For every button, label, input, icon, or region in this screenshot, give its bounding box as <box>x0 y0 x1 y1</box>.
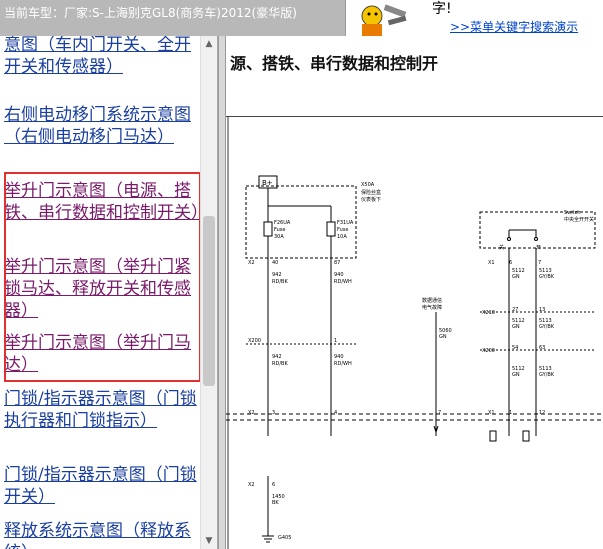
svg-text:942: 942 <box>272 354 282 360</box>
svg-text:30A: 30A <box>274 234 284 240</box>
svg-text:1: 1 <box>334 338 337 344</box>
svg-text:数据通信: 数据通信 <box>422 297 442 304</box>
sidebar-scrollbar[interactable]: ▲ ▼ <box>200 36 217 549</box>
svg-text:仪表板下: 仪表板下 <box>361 196 381 203</box>
svg-text:GN: GN <box>512 372 520 378</box>
sidebar-item-door-lock-actuator[interactable]: 门锁/指示器示意图（门锁执行器和门锁指示） <box>4 388 200 432</box>
svg-text:40: 40 <box>272 260 278 266</box>
diagram-pane: 源、搭铁、串行数据和控制开 B+ X50A 保险丝盒 仪表板下 F26UA Fu… <box>226 36 603 549</box>
sidebar-item-door-lock-switch[interactable]: 门锁/指示器示意图（门锁开关） <box>4 464 200 508</box>
menu-search-demo-link[interactable]: >>菜单关键字搜索演示 <box>450 18 578 35</box>
wiring-diagram: B+ X50A 保险丝盒 仪表板下 F26UA Fuse 30A F31UA F… <box>226 116 603 549</box>
current-vehicle-label: 当前车型：厂家:S-上海别克GL8(商务车)2012(豪华版) <box>4 6 297 20</box>
ground-icon <box>262 535 274 543</box>
svg-text:6: 6 <box>272 482 275 488</box>
svg-text:27: 27 <box>512 307 518 313</box>
svg-text:RD/WH: RD/WH <box>334 279 352 285</box>
svg-text:87: 87 <box>334 260 340 266</box>
svg-text:GY/BK: GY/BK <box>539 274 555 280</box>
svg-text:940: 940 <box>334 272 344 278</box>
svg-text:GY/BK: GY/BK <box>539 372 555 378</box>
svg-text:X1: X1 <box>488 410 495 416</box>
svg-text:X2: X2 <box>248 482 255 488</box>
top-bar: 当前车型：厂家:S-上海别克GL8(商务车)2012(豪华版) 字! >>菜单关… <box>0 0 603 36</box>
svg-text:X210: X210 <box>482 310 495 316</box>
ad-text: 字! <box>432 1 452 17</box>
svg-text:RD/WH: RD/WH <box>334 361 352 367</box>
svg-text:开: 开 <box>536 245 541 251</box>
scroll-up-icon[interactable]: ▲ <box>203 38 215 50</box>
svg-text:X2: X2 <box>248 410 255 416</box>
svg-text:10A: 10A <box>337 234 347 240</box>
svg-text:63: 63 <box>539 345 545 351</box>
svg-text:X2: X2 <box>248 260 255 266</box>
sidebar-item-release-system[interactable]: 释放系统示意图（释放系统） <box>4 520 200 549</box>
svg-text:940: 940 <box>334 354 344 360</box>
svg-text:1: 1 <box>509 410 512 416</box>
svg-text:X200: X200 <box>248 338 261 344</box>
svg-text:保险丝盒: 保险丝盒 <box>361 189 381 196</box>
svg-text:BK: BK <box>272 500 279 506</box>
scroll-thumb[interactable] <box>203 216 215 386</box>
svg-text:54: 54 <box>512 345 518 351</box>
svg-text:942: 942 <box>272 272 282 278</box>
svg-text:GY/BK: GY/BK <box>539 324 555 330</box>
svg-text:GN: GN <box>512 274 520 280</box>
svg-text:F26UA: F26UA <box>274 220 291 226</box>
svg-text:7: 7 <box>438 410 441 416</box>
svg-text:3: 3 <box>272 410 275 416</box>
svg-text:中央全开开关: 中央全开开关 <box>564 216 594 223</box>
svg-text:X1: X1 <box>488 260 495 266</box>
sidebar: 意图（车内门开关、全开开关和传感器） 右侧电动移门系统示意图（右侧电动移门马达）… <box>0 36 218 549</box>
svg-text:F31UA: F31UA <box>337 220 354 226</box>
mascot-icon <box>361 4 407 36</box>
pane-splitter[interactable] <box>218 36 226 549</box>
svg-text:Switch: Switch <box>564 210 581 216</box>
svg-text:G405: G405 <box>278 535 291 541</box>
svg-text:RD/BK: RD/BK <box>272 279 288 285</box>
svg-text:Fuse: Fuse <box>274 227 285 233</box>
ad-banner[interactable]: 字! >>菜单关键字搜索演示 <box>345 0 603 36</box>
svg-text:13: 13 <box>539 307 545 313</box>
svg-text:Fuse: Fuse <box>337 227 348 233</box>
scroll-down-icon[interactable]: ▼ <box>203 535 215 547</box>
svg-text:7: 7 <box>538 260 541 266</box>
svg-text:4: 4 <box>334 410 337 416</box>
x50a-label: X50A <box>361 182 375 188</box>
sidebar-item-door-switches[interactable]: 意图（车内门开关、全开开关和传感器） <box>4 36 200 78</box>
selection-highlight <box>4 172 201 382</box>
sidebar-item-right-sliding-door-motor[interactable]: 右侧电动移门系统示意图（右侧电动移门马达） <box>4 104 200 148</box>
svg-text:X200: X200 <box>482 348 495 354</box>
svg-text:GN: GN <box>439 334 447 340</box>
svg-text:关: 关 <box>499 244 504 251</box>
svg-text:12: 12 <box>539 410 545 416</box>
svg-text:GN: GN <box>512 324 520 330</box>
svg-text:RD/BK: RD/BK <box>272 361 288 367</box>
svg-text:电气故障: 电气故障 <box>422 304 442 311</box>
